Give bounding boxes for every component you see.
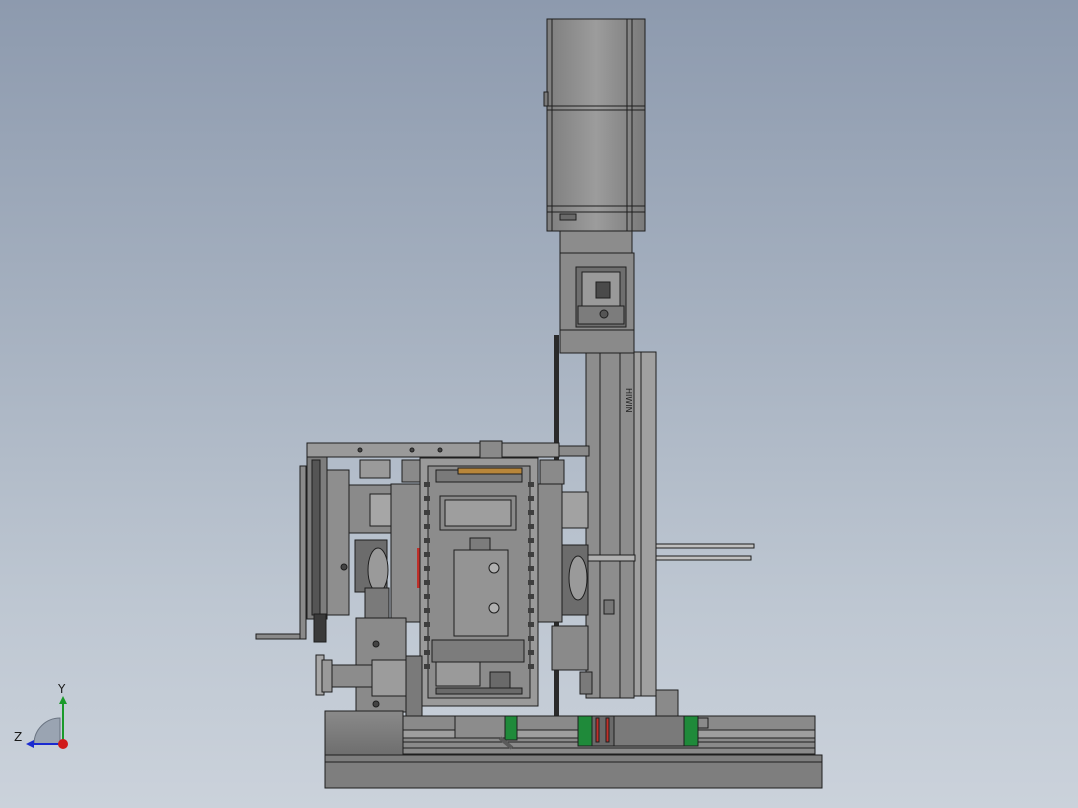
graphics-viewport[interactable]: HIWIN Y Z (0, 0, 1078, 808)
left-side-plate[interactable] (306, 456, 350, 643)
axis-foot (655, 689, 679, 719)
servo-motor[interactable] (543, 18, 646, 232)
left-roller-assembly[interactable] (340, 459, 422, 623)
base-plate[interactable] (324, 710, 823, 789)
triad-y-label: Y (58, 682, 66, 696)
right-roller-assembly[interactable] (537, 459, 589, 671)
lower-left-block[interactable] (315, 617, 423, 717)
assembly-model[interactable]: HIWIN (0, 0, 1078, 808)
rail-brand-label: HIWIN (624, 388, 633, 413)
triad-graphic (26, 696, 68, 749)
view-orientation-triad[interactable]: Y Z (14, 682, 78, 756)
origin-dot-icon (58, 739, 68, 749)
triad-z-label: Z (14, 730, 23, 744)
y-axis-arrow-icon (59, 696, 67, 704)
crank-handle[interactable] (255, 465, 307, 640)
z-axis-arrow-icon (26, 740, 34, 748)
central-carriage-cage[interactable] (419, 457, 539, 707)
vertical-linear-axis[interactable]: HIWIN (585, 351, 657, 699)
upper-frame-bar[interactable] (306, 440, 590, 460)
support-post (579, 671, 593, 695)
coupling-housing[interactable] (559, 230, 635, 354)
